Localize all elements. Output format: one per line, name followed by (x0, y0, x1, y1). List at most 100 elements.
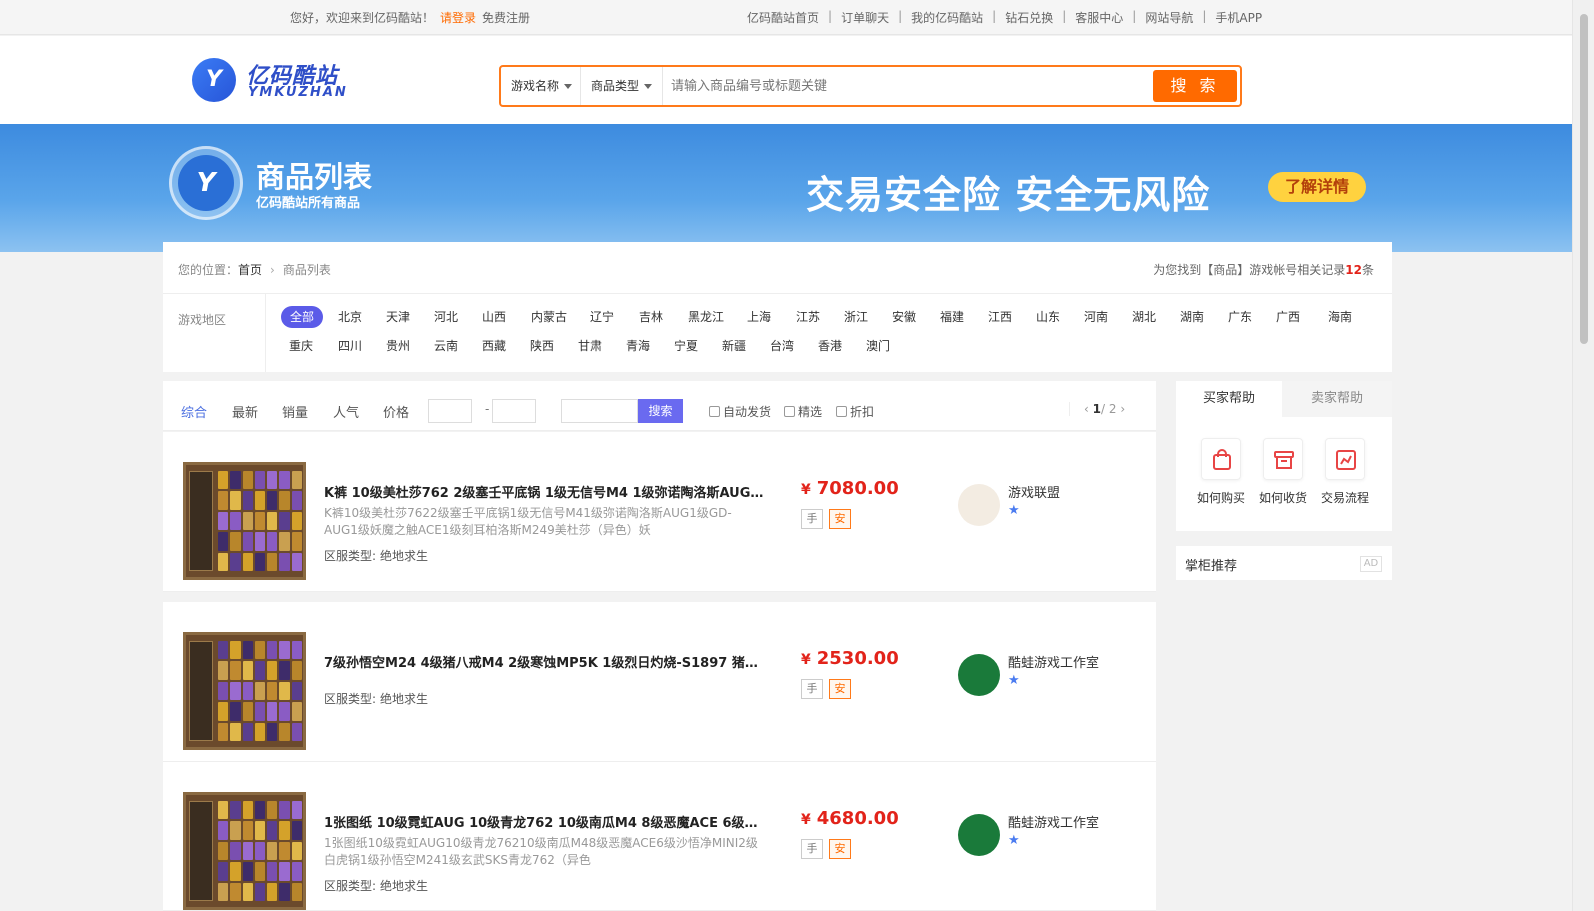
scrollbar-thumb[interactable] (1580, 14, 1588, 344)
product-list-item[interactable]: 7级孙悟空M24 4级猪八戒M4 2级寒蚀MP5K 1级烈日灼烧-S1897 猪… (163, 602, 1156, 762)
region-tag[interactable]: 浙江 (836, 306, 876, 328)
region-tag[interactable]: 甘肃 (570, 335, 610, 357)
product-thumbnail[interactable] (183, 462, 306, 580)
product-thumbnail[interactable] (183, 792, 306, 910)
product-title[interactable]: K裤 10级美杜莎762 2级塞壬平底锅 1级无信号M4 1级弥诺陶洛斯AUG1… (324, 482, 764, 501)
search-button[interactable]: 搜 索 (1153, 70, 1237, 102)
breadcrumb: 您的位置：首页 › 商品列表 (178, 261, 331, 278)
region-tag[interactable]: 广东 (1220, 306, 1260, 328)
region-tag[interactable]: 黑龙江 (679, 306, 733, 328)
region-tag[interactable]: 河北 (426, 306, 466, 328)
region-tag[interactable]: 北京 (330, 306, 370, 328)
product-title[interactable]: 7级孙悟空M24 4级猪八戒M4 2级寒蚀MP5K 1级烈日灼烧-S1897 猪… (324, 652, 764, 671)
checkbox-icon[interactable] (836, 406, 847, 417)
region-tag[interactable]: 河南 (1076, 306, 1116, 328)
region-tag[interactable]: 吉林 (631, 306, 671, 328)
shop-name[interactable]: 游戏联盟 (1008, 482, 1060, 501)
shop-avatar[interactable] (958, 814, 1000, 856)
breadcrumb-home[interactable]: 首页 (238, 263, 262, 277)
register-link[interactable]: 免费注册 (482, 11, 530, 25)
shopkeeper-recommend: 掌柜推荐 AD (1176, 546, 1392, 580)
chevron-down-icon (564, 84, 573, 89)
sort-price[interactable]: 价格 (383, 402, 409, 421)
region-tag[interactable]: 广西 (1268, 306, 1308, 328)
region-tag[interactable]: 湖北 (1124, 306, 1164, 328)
region-tag[interactable]: 内蒙古 (522, 306, 576, 328)
region-tag[interactable]: 重庆 (281, 335, 321, 357)
region-tag[interactable]: 青海 (618, 335, 658, 357)
filter-search-button[interactable]: 搜索 (638, 399, 683, 423)
help-how-to-receive[interactable]: 如何收货 (1253, 438, 1313, 506)
region-tag[interactable]: 西藏 (474, 335, 514, 357)
result-count-number: 12 (1345, 263, 1362, 277)
checkbox-icon[interactable] (784, 406, 795, 417)
region-tag[interactable]: 上海 (739, 306, 779, 328)
top-link-home[interactable]: 亿码酷站首页 (747, 9, 819, 26)
region-tag[interactable]: 湖南 (1172, 306, 1212, 328)
region-tag[interactable]: 山西 (474, 306, 514, 328)
region-tag[interactable]: 福建 (932, 306, 972, 328)
scrollbar[interactable] (1572, 0, 1594, 911)
price-max-input[interactable] (492, 399, 536, 423)
region-tag[interactable]: 山东 (1028, 306, 1068, 328)
filter-auto-delivery[interactable]: 自动发货 (709, 403, 771, 420)
top-link-order-chat[interactable]: 订单聊天 (841, 9, 889, 26)
top-link-app[interactable]: 手机APP (1215, 9, 1262, 26)
shop-name[interactable]: 酷蛙游戏工作室 (1008, 812, 1099, 831)
help-box: 买家帮助 卖家帮助 如何购买 如何收货 交易流程 (1176, 381, 1392, 531)
result-count: 为您找到【商品】游戏帐号相关记录12条 (1153, 263, 1374, 277)
page-current: 1 (1092, 402, 1101, 416)
price-min-input[interactable] (428, 399, 472, 423)
region-tag[interactable]: 贵州 (378, 335, 418, 357)
region-tag[interactable]: 海南 (1320, 306, 1360, 328)
filter-discount[interactable]: 折扣 (836, 403, 874, 420)
sort-sales[interactable]: 销量 (282, 402, 308, 421)
region-tag[interactable]: 四川 (330, 335, 370, 357)
top-link-my-account[interactable]: 我的亿码酷站 (911, 9, 983, 26)
next-page-icon[interactable]: › (1120, 402, 1125, 416)
product-thumbnail[interactable] (183, 632, 306, 750)
tab-seller-help[interactable]: 卖家帮助 (1282, 381, 1392, 417)
keyword-input[interactable] (561, 399, 638, 423)
sort-newest[interactable]: 最新 (232, 402, 258, 421)
product-type-select[interactable]: 商品类型 (581, 67, 663, 105)
region-tag[interactable]: 江西 (980, 306, 1020, 328)
region-tag[interactable]: 安徽 (884, 306, 924, 328)
shop-avatar[interactable] (958, 654, 1000, 696)
sort-popularity[interactable]: 人气 (333, 402, 359, 421)
product-price: ¥2530.00 (801, 648, 899, 669)
region-tag[interactable]: 全部 (281, 306, 323, 328)
welcome-area: 您好，欢迎来到亿码酷站！ 请登录 免费注册 (290, 9, 530, 26)
region-tag[interactable]: 辽宁 (582, 306, 622, 328)
top-link-nav[interactable]: 网站导航 (1145, 9, 1193, 26)
region-tag[interactable]: 云南 (426, 335, 466, 357)
game-name-select[interactable]: 游戏名称 (501, 67, 581, 105)
manual-badge: 手 (801, 509, 823, 529)
region-tag[interactable]: 天津 (378, 306, 418, 328)
region-tag[interactable]: 澳门 (858, 335, 898, 357)
learn-more-button[interactable]: 了解详情 (1268, 172, 1366, 202)
filter-featured[interactable]: 精选 (784, 403, 822, 420)
product-title[interactable]: 1张图纸 10级霓虹AUG 10级青龙762 10级南瓜M4 8级恶魔ACE 6… (324, 812, 764, 831)
region-tag[interactable]: 台湾 (762, 335, 802, 357)
product-list-item[interactable]: K裤 10级美杜莎762 2级塞壬平底锅 1级无信号M4 1级弥诺陶洛斯AUG1… (163, 432, 1156, 592)
help-how-to-buy[interactable]: 如何购买 (1191, 438, 1251, 506)
shop-avatar[interactable] (958, 484, 1000, 526)
site-logo[interactable]: Y 亿码酷站 YMKUZHAN (192, 58, 352, 104)
region-tag[interactable]: 新疆 (714, 335, 754, 357)
sort-comprehensive[interactable]: 综合 (181, 402, 207, 421)
help-trade-process[interactable]: 交易流程 (1315, 438, 1375, 506)
prev-page-icon[interactable]: ‹ (1084, 402, 1089, 416)
product-list-item[interactable]: 1张图纸 10级霓虹AUG 10级青龙762 10级南瓜M4 8级恶魔ACE 6… (163, 762, 1156, 911)
checkbox-icon[interactable] (709, 406, 720, 417)
top-link-diamond[interactable]: 钻石兑换 (1005, 9, 1053, 26)
top-link-service[interactable]: 客服中心 (1075, 9, 1123, 26)
login-link[interactable]: 请登录 (440, 11, 476, 25)
shop-name[interactable]: 酷蛙游戏工作室 (1008, 652, 1099, 671)
tab-buyer-help[interactable]: 买家帮助 (1176, 381, 1282, 417)
search-input[interactable] (671, 72, 1141, 100)
region-tag[interactable]: 江苏 (788, 306, 828, 328)
region-tag[interactable]: 香港 (810, 335, 850, 357)
region-tag[interactable]: 宁夏 (666, 335, 706, 357)
region-tag[interactable]: 陕西 (522, 335, 562, 357)
